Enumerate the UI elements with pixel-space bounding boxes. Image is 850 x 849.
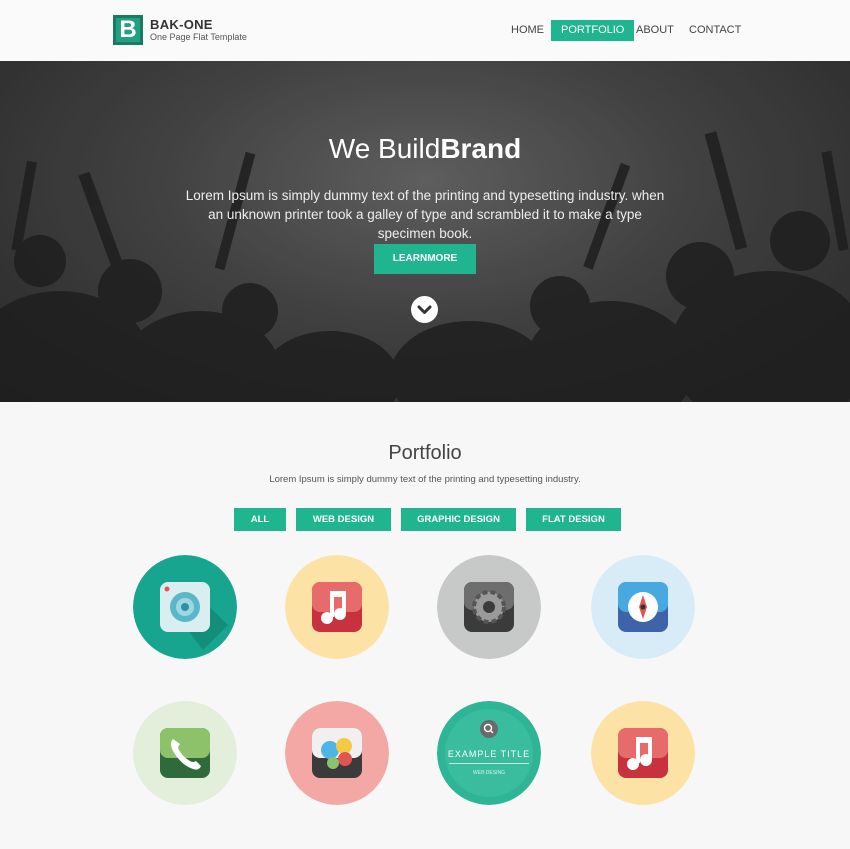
portfolio-item-compass[interactable] [591,555,695,659]
nav-contact[interactable]: CONTACT [679,20,751,41]
filter-flat-design[interactable]: FLAT DESIGN [526,508,621,531]
portfolio-subtitle: Lorem Ipsum is simply dummy text of the … [269,474,581,485]
brand-tagline: One Page Flat Template [150,32,247,42]
filter-all[interactable]: ALL [234,508,286,531]
hero-section: We BuildBrand Lorem Ipsum is simply dumm… [0,61,850,402]
camera-icon [133,555,237,659]
item-hover-title: EXAMPLE TITLE [447,749,531,759]
music-icon [285,555,389,659]
portfolio-item-settings[interactable] [437,555,541,659]
portfolio-item-example[interactable]: EXAMPLE TITLE WEB DESING [437,701,541,805]
logo-letter: B [116,18,140,42]
nav-portfolio[interactable]: PORTFOLIO [551,20,635,41]
filter-web-design[interactable]: WEB DESIGN [296,508,391,531]
scroll-down-button[interactable] [411,296,438,323]
portfolio-item-music-2[interactable] [591,701,695,805]
hero-description: Lorem Ipsum is simply dummy text of the … [185,188,665,241]
chevron-down-icon [417,305,432,314]
portfolio-item-music[interactable] [285,555,389,659]
phone-icon [133,701,237,805]
nav-home[interactable]: HOME [501,20,554,41]
logo[interactable]: B [113,15,143,45]
portfolio-item-phone[interactable] [133,701,237,805]
site-header: B BAK-ONE One Page Flat Template HOME PO… [0,0,850,61]
portfolio-title: Portfolio [388,442,462,464]
settings-icon [437,555,541,659]
learn-more-button[interactable]: LEARNMORE [374,244,476,274]
hero-title: We BuildBrand [0,131,850,167]
filter-graphic-design[interactable]: GRAPHIC DESIGN [401,508,516,531]
portfolio-item-camera[interactable] [133,555,237,659]
brand-name[interactable]: BAK-ONE [150,18,213,32]
hero-title-bold: Brand [440,133,522,164]
music-icon [591,701,695,805]
portfolio-item-game-center[interactable] [285,701,389,805]
compass-icon [591,555,695,659]
nav-about[interactable]: ABOUT [626,20,684,41]
game-center-icon [285,701,389,805]
item-hover-caption: WEB DESING [473,770,505,776]
hero-title-light: We Build [328,133,441,164]
